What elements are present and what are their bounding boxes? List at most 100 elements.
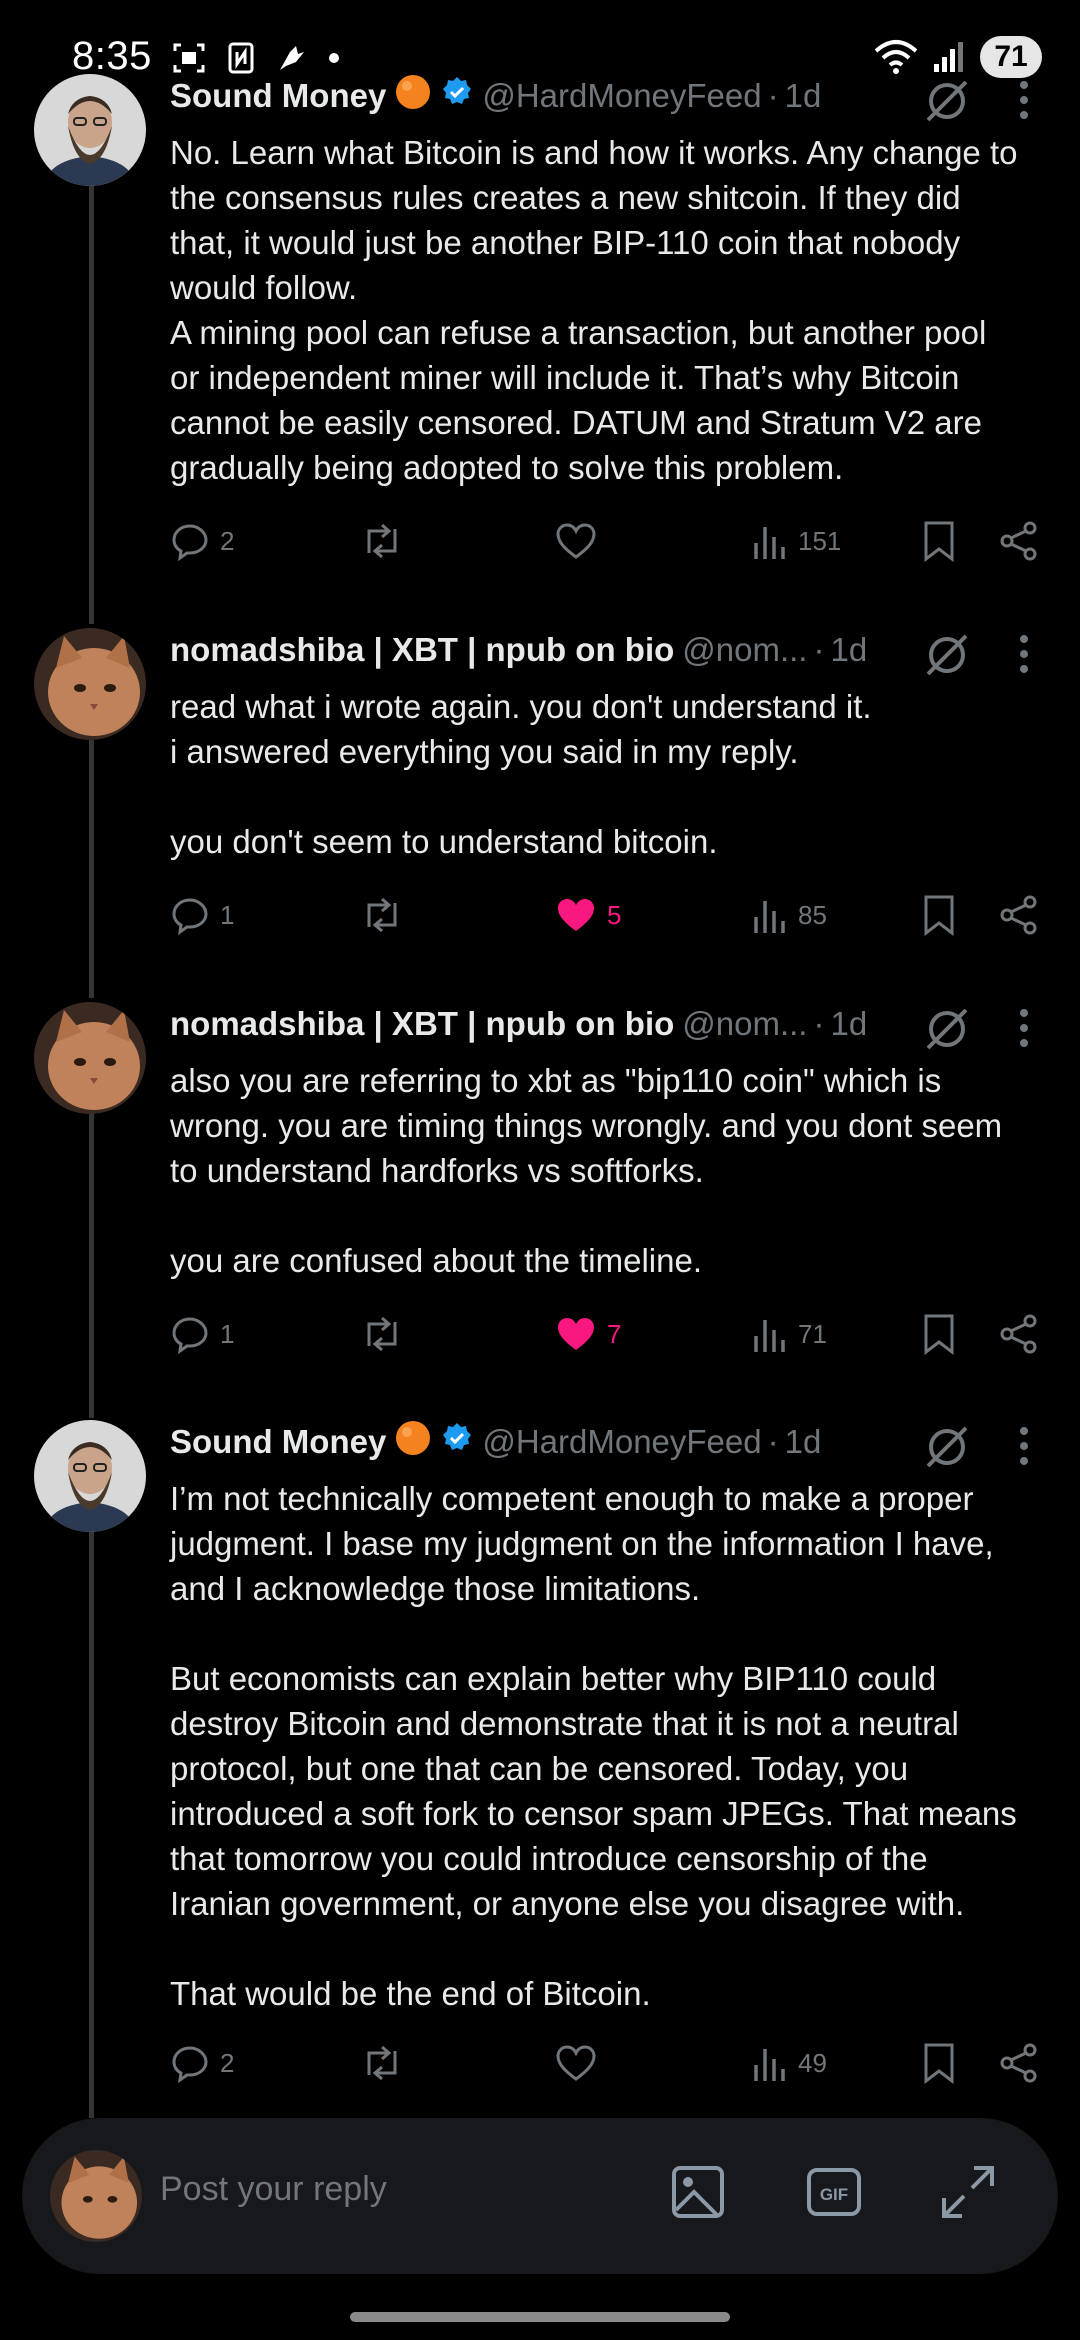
post-text-line: [170, 774, 1050, 819]
repost-button[interactable]: [360, 516, 414, 566]
repost-icon: [367, 2045, 397, 2081]
more-options-icon[interactable]: [1018, 634, 1030, 674]
post[interactable]: nomadshiba | XBT | npub on bio @nom... ·…: [0, 974, 1080, 1404]
author-handle[interactable]: @nom...: [682, 631, 807, 669]
post-text: I’m not technically competent enough to …: [170, 1476, 1050, 2016]
heart-outline-icon: [556, 2045, 596, 2081]
view-count: 49: [798, 2047, 827, 2078]
like-count: 7: [607, 1318, 622, 1349]
avatar[interactable]: [34, 74, 146, 186]
grok-icon[interactable]: [924, 1006, 970, 1052]
verified-badge-icon: [440, 75, 474, 117]
reply-button[interactable]: 1: [170, 1309, 234, 1359]
more-options-icon[interactable]: [1018, 80, 1030, 120]
views-button[interactable]: 71: [752, 1309, 827, 1359]
reply-count: 1: [220, 1318, 235, 1349]
post-text-line: I’m not technically competent enough to …: [170, 1480, 974, 1517]
reply-button[interactable]: 1: [170, 890, 234, 940]
post-text-line: No. Learn what Bitcoin is and how it wor…: [170, 134, 1018, 171]
like-button[interactable]: 5: [555, 890, 621, 940]
author-handle[interactable]: @HardMoneyFeed: [482, 1423, 761, 1461]
views-button[interactable]: 151: [752, 516, 841, 566]
reply-icon: [172, 524, 208, 561]
post-text-line: [170, 1193, 1050, 1238]
post-text-line: that tomorrow you could introduce censor…: [170, 1840, 928, 1877]
post-time[interactable]: 1d: [830, 1005, 867, 1043]
reply-composer[interactable]: Post your reply GIF: [22, 2118, 1058, 2274]
avatar[interactable]: [34, 1002, 146, 1114]
reply-count: 1: [220, 899, 235, 930]
gif-icon[interactable]: GIF: [804, 2162, 864, 2222]
post-text-line: read what i wrote again. you don't under…: [170, 688, 872, 725]
avatar[interactable]: [34, 628, 146, 740]
post-text-line: That would be the end of Bitcoin.: [170, 1975, 651, 2012]
post-text-line: gradually being adopted to solve this pr…: [170, 449, 844, 486]
post-text: read what i wrote again. you don't under…: [170, 684, 1050, 864]
more-options-icon[interactable]: [1018, 1008, 1030, 1048]
like-button[interactable]: [555, 2038, 607, 2088]
share-icon[interactable]: [998, 894, 1040, 936]
views-chart-icon: [754, 1320, 785, 1352]
author-name[interactable]: nomadshiba | XBT | npub on bio: [170, 1005, 674, 1043]
reply-input[interactable]: Post your reply: [160, 2170, 387, 2209]
author-handle[interactable]: @nom...: [682, 1005, 807, 1043]
post-text-line: wrong. you are timing things wrongly. an…: [170, 1107, 1003, 1144]
bookmark-icon[interactable]: [922, 894, 956, 936]
grok-icon[interactable]: [924, 632, 970, 678]
reply-button[interactable]: 2: [170, 2038, 234, 2088]
post-time[interactable]: 1d: [785, 1423, 822, 1461]
avatar: [50, 2150, 142, 2242]
more-options-icon[interactable]: [1018, 1426, 1030, 1466]
avatar[interactable]: [34, 1420, 146, 1532]
verified-badge-icon: [440, 1421, 474, 1463]
post-text-line: judgment. I base my judgment on the info…: [170, 1525, 994, 1562]
post-text-line: i answered everything you said in my rep…: [170, 733, 799, 770]
expand-icon[interactable]: [938, 2162, 998, 2222]
repost-button[interactable]: [360, 2038, 414, 2088]
post-text-line: to understand hardforks vs softforks.: [170, 1152, 704, 1189]
post-text-line: cannot be easily censored. DATUM and Str…: [170, 404, 982, 441]
author-name[interactable]: Sound Money: [170, 77, 386, 115]
share-icon[interactable]: [998, 520, 1040, 562]
svg-text:GIF: GIF: [820, 2185, 848, 2204]
bookmark-icon[interactable]: [922, 2042, 956, 2084]
post-text-line: destroy Bitcoin and demonstrate that it …: [170, 1705, 959, 1742]
repost-icon: [367, 897, 397, 933]
grok-icon[interactable]: [924, 1424, 970, 1470]
reply-icon: [172, 898, 208, 935]
author-name[interactable]: nomadshiba | XBT | npub on bio: [170, 631, 674, 669]
like-button[interactable]: 7: [555, 1309, 621, 1359]
post[interactable]: Sound Money @HardMoneyFeed · 1d I’m not …: [0, 1394, 1080, 2114]
image-icon[interactable]: [668, 2162, 728, 2222]
grok-icon[interactable]: [924, 78, 970, 124]
repost-button[interactable]: [360, 1309, 414, 1359]
bookmark-icon[interactable]: [922, 520, 956, 562]
home-indicator[interactable]: [350, 2312, 730, 2322]
like-button[interactable]: [555, 516, 607, 566]
post-text-line: A mining pool can refuse a transaction, …: [170, 314, 987, 351]
post-time[interactable]: 1d: [785, 77, 822, 115]
separator-dot: ·: [813, 631, 825, 668]
reply-button[interactable]: 2: [170, 516, 234, 566]
post-actions: 2 49: [170, 2038, 1050, 2088]
view-count: 85: [798, 899, 827, 930]
repost-icon: [367, 523, 397, 559]
post-text-line: [170, 1611, 1050, 1656]
post[interactable]: nomadshiba | XBT | npub on bio @nom... ·…: [0, 600, 1080, 990]
share-icon[interactable]: [998, 1313, 1040, 1355]
bookmark-icon[interactable]: [922, 1313, 956, 1355]
views-button[interactable]: 85: [752, 890, 827, 940]
heart-filled-icon: [558, 899, 594, 931]
author-handle[interactable]: @HardMoneyFeed: [482, 77, 761, 115]
post-text-line: you don't seem to understand bitcoin.: [170, 823, 718, 860]
author-name[interactable]: Sound Money: [170, 1423, 386, 1461]
views-button[interactable]: 49: [752, 2038, 827, 2088]
post-text-line: [170, 1926, 1050, 1971]
post-time[interactable]: 1d: [830, 631, 867, 669]
repost-button[interactable]: [360, 890, 414, 940]
share-icon[interactable]: [998, 2042, 1040, 2084]
repost-icon: [367, 1316, 397, 1352]
post[interactable]: Sound Money @HardMoneyFeed · 1d No. Lear…: [0, 0, 1080, 600]
separator-dot: ·: [767, 1423, 779, 1460]
reply-icon: [172, 1317, 208, 1354]
